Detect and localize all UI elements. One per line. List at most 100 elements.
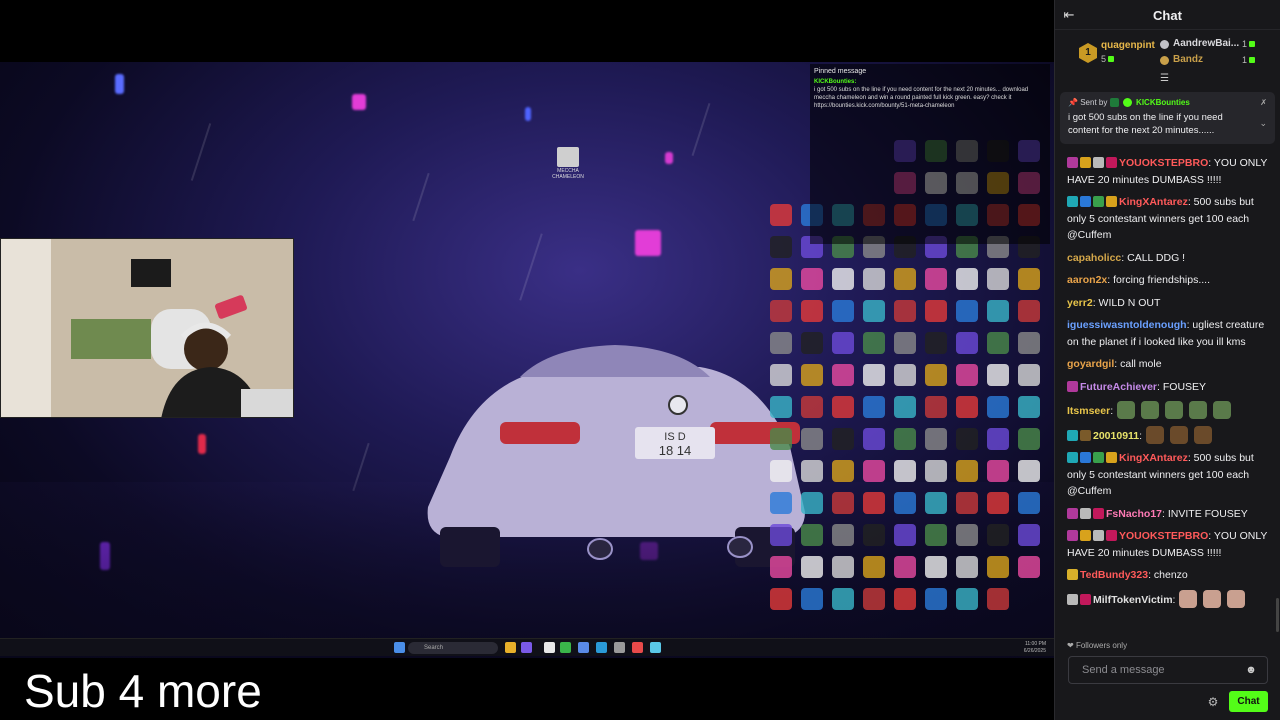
desktop-app-icon[interactable]: [801, 588, 823, 610]
chat-username[interactable]: KingXAntarez: [1119, 452, 1188, 464]
desktop-app-icon[interactable]: [770, 460, 792, 482]
leaderboard-name[interactable]: quagenpint: [1101, 40, 1155, 51]
desktop-app-icon[interactable]: [956, 268, 978, 290]
desktop-app-icon[interactable]: [863, 492, 885, 514]
desktop-app-icon[interactable]: [894, 492, 916, 514]
chat-username[interactable]: FutureAchiever: [1080, 381, 1157, 393]
desktop-app-icon[interactable]: [925, 588, 947, 610]
chat-username[interactable]: TedBundy323: [1080, 569, 1148, 581]
desktop-app-icon[interactable]: [770, 428, 792, 450]
app-icon[interactable]: [521, 642, 532, 653]
desktop-app-icon[interactable]: [1018, 364, 1040, 386]
chat-username[interactable]: capaholicc: [1067, 252, 1121, 264]
desktop-app-icon[interactable]: [832, 588, 854, 610]
desktop-app-icon[interactable]: [987, 396, 1009, 418]
desktop-app-icon[interactable]: [894, 524, 916, 546]
chat-message-input[interactable]: Send a message: [1068, 656, 1268, 684]
desktop-app-icon[interactable]: [925, 332, 947, 354]
desktop-app-icon[interactable]: [894, 364, 916, 386]
desktop-app-icon[interactable]: [956, 332, 978, 354]
desktop-app-icon[interactable]: [863, 364, 885, 386]
desktop-app-icon[interactable]: [832, 556, 854, 578]
desktop-app-icon[interactable]: [894, 556, 916, 578]
chevron-down-icon[interactable]: ⌄: [1259, 118, 1267, 129]
desktop-app-icon[interactable]: [956, 460, 978, 482]
desktop-app-icon[interactable]: [894, 268, 916, 290]
desktop-app-icon[interactable]: [770, 492, 792, 514]
desktop-app-icon[interactable]: [987, 300, 1009, 322]
chat-username[interactable]: FsNacho17: [1106, 508, 1162, 520]
desktop-app-icon[interactable]: [925, 492, 947, 514]
chat-username[interactable]: Itsmseer: [1067, 405, 1110, 417]
desktop-app-icon[interactable]: [894, 588, 916, 610]
desktop-app-icon[interactable]: [801, 460, 823, 482]
gear-icon[interactable]: ⚙: [1205, 694, 1221, 710]
pinned-user[interactable]: KICKBounties: [1136, 98, 1190, 107]
desktop-app-icon[interactable]: [863, 428, 885, 450]
desktop-app-icon[interactable]: [832, 524, 854, 546]
desktop-app-icon[interactable]: [770, 332, 792, 354]
desktop-app-icon[interactable]: [1018, 396, 1040, 418]
desktop-app-icon[interactable]: [801, 268, 823, 290]
desktop-app-icon[interactable]: [801, 428, 823, 450]
desktop-app-icon[interactable]: [832, 396, 854, 418]
chat-username[interactable]: goyardgil: [1067, 358, 1114, 370]
desktop-app-icon[interactable]: [770, 524, 792, 546]
desktop-app-icon[interactable]: [801, 492, 823, 514]
desktop-app-icon[interactable]: [894, 332, 916, 354]
leaderboard-name[interactable]: AandrewBai...: [1173, 38, 1239, 49]
desktop-app-icon[interactable]: [863, 300, 885, 322]
desktop-app-icon[interactable]: [770, 556, 792, 578]
desktop-app-icon[interactable]: [925, 428, 947, 450]
desktop-app-icon[interactable]: [956, 556, 978, 578]
unpin-icon[interactable]: ✗: [1260, 98, 1267, 107]
chat-username[interactable]: iguessiwasntoldenough: [1067, 319, 1187, 331]
desktop-app-icon[interactable]: [863, 588, 885, 610]
desktop-app-icon[interactable]: [1018, 300, 1040, 322]
desktop-app-icon[interactable]: [987, 556, 1009, 578]
desktop-app-icon[interactable]: [832, 428, 854, 450]
chat-username[interactable]: MilfTokenVictim: [1093, 594, 1173, 606]
desktop-app-icon[interactable]: [925, 268, 947, 290]
desktop-app-icon[interactable]: [956, 588, 978, 610]
desktop-app-icon[interactable]: [956, 492, 978, 514]
desktop-app-icon[interactable]: [770, 204, 792, 226]
desktop-app-icon[interactable]: [925, 524, 947, 546]
desktop-app-icon[interactable]: [832, 300, 854, 322]
desktop-app-icon[interactable]: [956, 396, 978, 418]
desktop-app-icon[interactable]: [770, 268, 792, 290]
desktop-app-icon[interactable]: [1018, 428, 1040, 450]
desktop-app-icon[interactable]: [1018, 268, 1040, 290]
taskbar-search[interactable]: Search: [408, 642, 498, 654]
desktop-app-icon[interactable]: [987, 524, 1009, 546]
desktop-app-icon[interactable]: [956, 524, 978, 546]
desktop-app-icon[interactable]: [987, 332, 1009, 354]
chat-username[interactable]: YOUOKSTEPBRO: [1119, 157, 1208, 169]
desktop-app-icon[interactable]: [987, 460, 1009, 482]
chat-username[interactable]: yerr2: [1067, 297, 1093, 309]
desktop-app-icon[interactable]: [863, 460, 885, 482]
start-icon[interactable]: [394, 642, 405, 653]
desktop-app-icon[interactable]: [894, 428, 916, 450]
desktop-app-icon[interactable]: [832, 332, 854, 354]
desktop-app-icon[interactable]: [925, 460, 947, 482]
desktop-app-icon[interactable]: [1018, 492, 1040, 514]
chat-username[interactable]: YOUOKSTEPBRO: [1119, 530, 1208, 542]
desktop-app-icon[interactable]: [801, 396, 823, 418]
desktop-app-icon[interactable]: [832, 268, 854, 290]
desktop-app-icon[interactable]: [832, 460, 854, 482]
desktop-app-icon[interactable]: [863, 556, 885, 578]
desktop-app-icon[interactable]: [956, 428, 978, 450]
expand-leaderboard-icon[interactable]: ☰: [1160, 73, 1169, 84]
desktop-app-icon[interactable]: [801, 556, 823, 578]
desktop-app-icon[interactable]: [987, 428, 1009, 450]
chat-username[interactable]: 20010911: [1093, 430, 1139, 442]
emoji-icon[interactable]: ☻: [1244, 663, 1258, 677]
desktop-app-icon[interactable]: [894, 300, 916, 322]
desktop-app-icon[interactable]: [801, 332, 823, 354]
desktop-app-icon[interactable]: [801, 364, 823, 386]
desktop-app-icon[interactable]: [770, 364, 792, 386]
desktop-app-icon[interactable]: [863, 524, 885, 546]
settings-icon[interactable]: [614, 642, 625, 653]
chrome-icon[interactable]: [632, 642, 643, 653]
